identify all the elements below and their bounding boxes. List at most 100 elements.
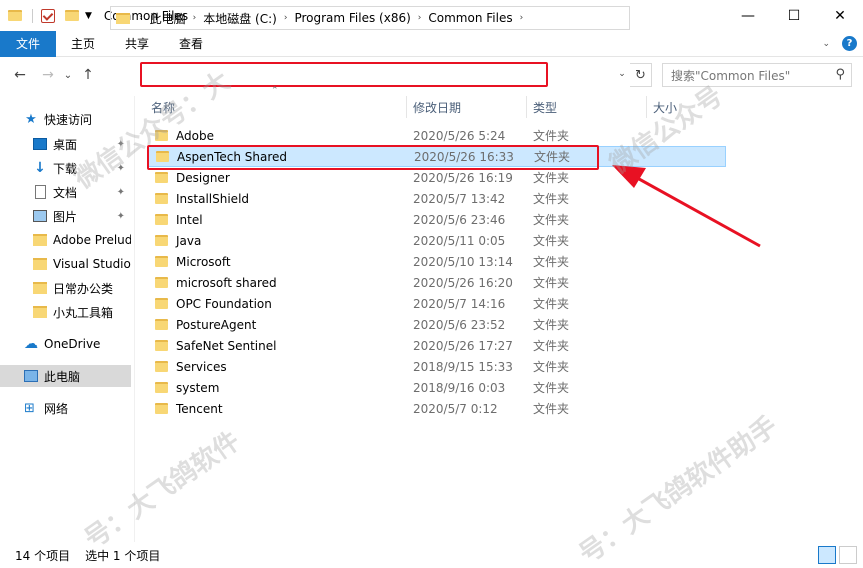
file-name: OPC Foundation [176, 296, 272, 311]
details-view-button[interactable] [818, 546, 836, 564]
properties-icon[interactable] [41, 8, 55, 23]
breadcrumb-this-pc[interactable]: 此电脑 [146, 10, 190, 27]
sidebar-item-office[interactable]: 日常办公类 [0, 277, 131, 299]
table-row[interactable]: Tencent 2020/5/7 0:12 文件夹 [148, 398, 723, 419]
folder-icon [155, 277, 168, 288]
column-header-size[interactable]: 大小 [647, 96, 725, 118]
cloud-icon: ☁ [24, 336, 38, 352]
file-type: 文件夹 [533, 255, 570, 269]
close-button[interactable]: ✕ [817, 0, 863, 31]
arrow-shaft [629, 172, 761, 248]
toolbar-separator [32, 8, 33, 23]
address-dropdown-button[interactable]: ⌄ [614, 62, 630, 86]
file-name: SafeNet Sentinel [176, 338, 277, 353]
network-icon: ⊞ [24, 400, 35, 416]
back-button[interactable]: ← [10, 67, 30, 83]
file-date: 2020/5/26 5:24 [413, 128, 506, 143]
folder-icon [155, 382, 168, 393]
sidebar-item-label: 小丸工具箱 [53, 305, 114, 320]
pin-icon: ✦ [116, 186, 125, 198]
sidebar-item-label: 文档 [53, 185, 78, 200]
minimize-button[interactable]: — [725, 0, 771, 31]
file-type: 文件夹 [533, 360, 570, 374]
tab-view[interactable]: 查看 [164, 31, 218, 57]
sidebar-item-label: OneDrive [44, 337, 101, 351]
sidebar-item-quick-access[interactable]: ★ 快速访问 [24, 108, 131, 130]
tab-home[interactable]: 主页 [56, 31, 110, 57]
sidebar-item-adobe-prelude[interactable]: Adobe Prelude [0, 229, 131, 251]
file-date: 2020/5/7 13:42 [413, 191, 506, 206]
file-date: 2020/5/11 0:05 [413, 233, 506, 248]
breadcrumb-common-files[interactable]: Common Files [424, 11, 516, 25]
customize-toolbar-dropdown[interactable]: ▼ [85, 11, 92, 21]
search-input[interactable]: 搜索"Common Files" ⚲ [662, 63, 852, 87]
address-bar[interactable]: › 此电脑 › 本地磁盘 (C:) › Program Files (x86) … [110, 6, 630, 30]
chevron-right-icon[interactable]: › [136, 13, 146, 23]
sidebar-item-onedrive[interactable]: ☁ OneDrive [0, 333, 131, 355]
arrow-head [612, 165, 646, 188]
folder-icon [155, 256, 168, 267]
new-folder-icon[interactable] [65, 10, 79, 21]
large-icons-view-button[interactable] [839, 546, 857, 564]
selected-row-annotation-box [147, 145, 599, 170]
breadcrumb-program-files[interactable]: Program Files (x86) [290, 11, 414, 25]
chevron-right-icon[interactable]: › [281, 13, 291, 23]
file-name: Designer [176, 170, 230, 185]
up-button[interactable]: ↑ [78, 67, 98, 83]
sidebar-item-downloads[interactable]: ↓ 下载 ✦ [0, 157, 131, 179]
table-row[interactable]: SafeNet Sentinel 2020/5/26 17:27 文件夹 [148, 335, 723, 356]
file-type: 文件夹 [533, 318, 570, 332]
tab-share[interactable]: 共享 [110, 31, 164, 57]
help-icon[interactable]: ? [842, 36, 857, 51]
download-icon: ↓ [34, 160, 46, 176]
breadcrumb-local-disk[interactable]: 本地磁盘 (C:) [199, 10, 281, 27]
column-header-date[interactable]: 修改日期 [407, 96, 527, 118]
expand-ribbon-icon[interactable]: ⌄ [822, 39, 830, 49]
table-row[interactable]: PostureAgent 2020/5/6 23:52 文件夹 [148, 314, 723, 335]
table-row[interactable]: microsoft shared 2020/5/26 16:20 文件夹 [148, 272, 723, 293]
maximize-button[interactable]: ☐ [771, 0, 817, 31]
file-name: system [176, 380, 220, 395]
file-type: 文件夹 [533, 381, 570, 395]
chevron-right-icon[interactable]: › [415, 13, 425, 23]
column-header-name[interactable]: 名称 [145, 96, 407, 118]
file-type: 文件夹 [533, 276, 570, 290]
desktop-icon [33, 138, 47, 150]
sidebar-item-documents[interactable]: 文档 ✦ [0, 181, 131, 203]
file-date: 2020/5/7 0:12 [413, 401, 498, 416]
file-name: Microsoft [176, 254, 231, 269]
table-row[interactable]: Adobe 2020/5/26 5:24 文件夹 [148, 125, 723, 146]
sidebar-item-label: 下载 [53, 161, 78, 176]
forward-button[interactable]: → [38, 67, 58, 83]
file-date: 2020/5/26 16:19 [413, 170, 513, 185]
folder-icon [155, 319, 168, 330]
folder-icon [33, 282, 47, 294]
column-header-type[interactable]: 类型 [527, 96, 647, 118]
table-row[interactable]: system 2018/9/16 0:03 文件夹 [148, 377, 723, 398]
item-count: 14 个项目 [15, 548, 71, 563]
folder-icon [155, 172, 168, 183]
folder-icon [155, 340, 168, 351]
address-annotation-box [140, 62, 548, 87]
pane-divider[interactable] [134, 96, 135, 542]
search-icon[interactable]: ⚲ [835, 67, 845, 82]
file-date: 2020/5/26 16:20 [413, 275, 513, 290]
sidebar-item-this-pc[interactable]: 此电脑 [0, 365, 131, 387]
table-row[interactable]: Services 2018/9/15 15:33 文件夹 [148, 356, 723, 377]
chevron-right-icon[interactable]: › [190, 13, 200, 23]
sidebar-item-network[interactable]: ⊞ 网络 [0, 397, 131, 419]
folder-icon [155, 235, 168, 246]
refresh-button[interactable]: ↻ [630, 63, 652, 87]
folder-icon [33, 306, 47, 318]
sidebar-item-label: 网络 [44, 401, 69, 416]
sidebar-item-visual-studio[interactable]: Visual Studio [0, 253, 131, 275]
table-row[interactable]: OPC Foundation 2020/5/7 14:16 文件夹 [148, 293, 723, 314]
sidebar-item-desktop[interactable]: 桌面 ✦ [0, 133, 131, 155]
sidebar-item-toolbox[interactable]: 小丸工具箱 [0, 301, 131, 323]
sidebar-item-pictures[interactable]: 图片 ✦ [0, 205, 131, 227]
file-date: 2020/5/10 13:14 [413, 254, 513, 269]
chevron-right-icon[interactable]: › [517, 13, 527, 23]
tab-file[interactable]: 文件 [0, 30, 57, 57]
recent-locations-button[interactable]: ⌄ [58, 70, 78, 81]
file-name: Tencent [176, 401, 223, 416]
